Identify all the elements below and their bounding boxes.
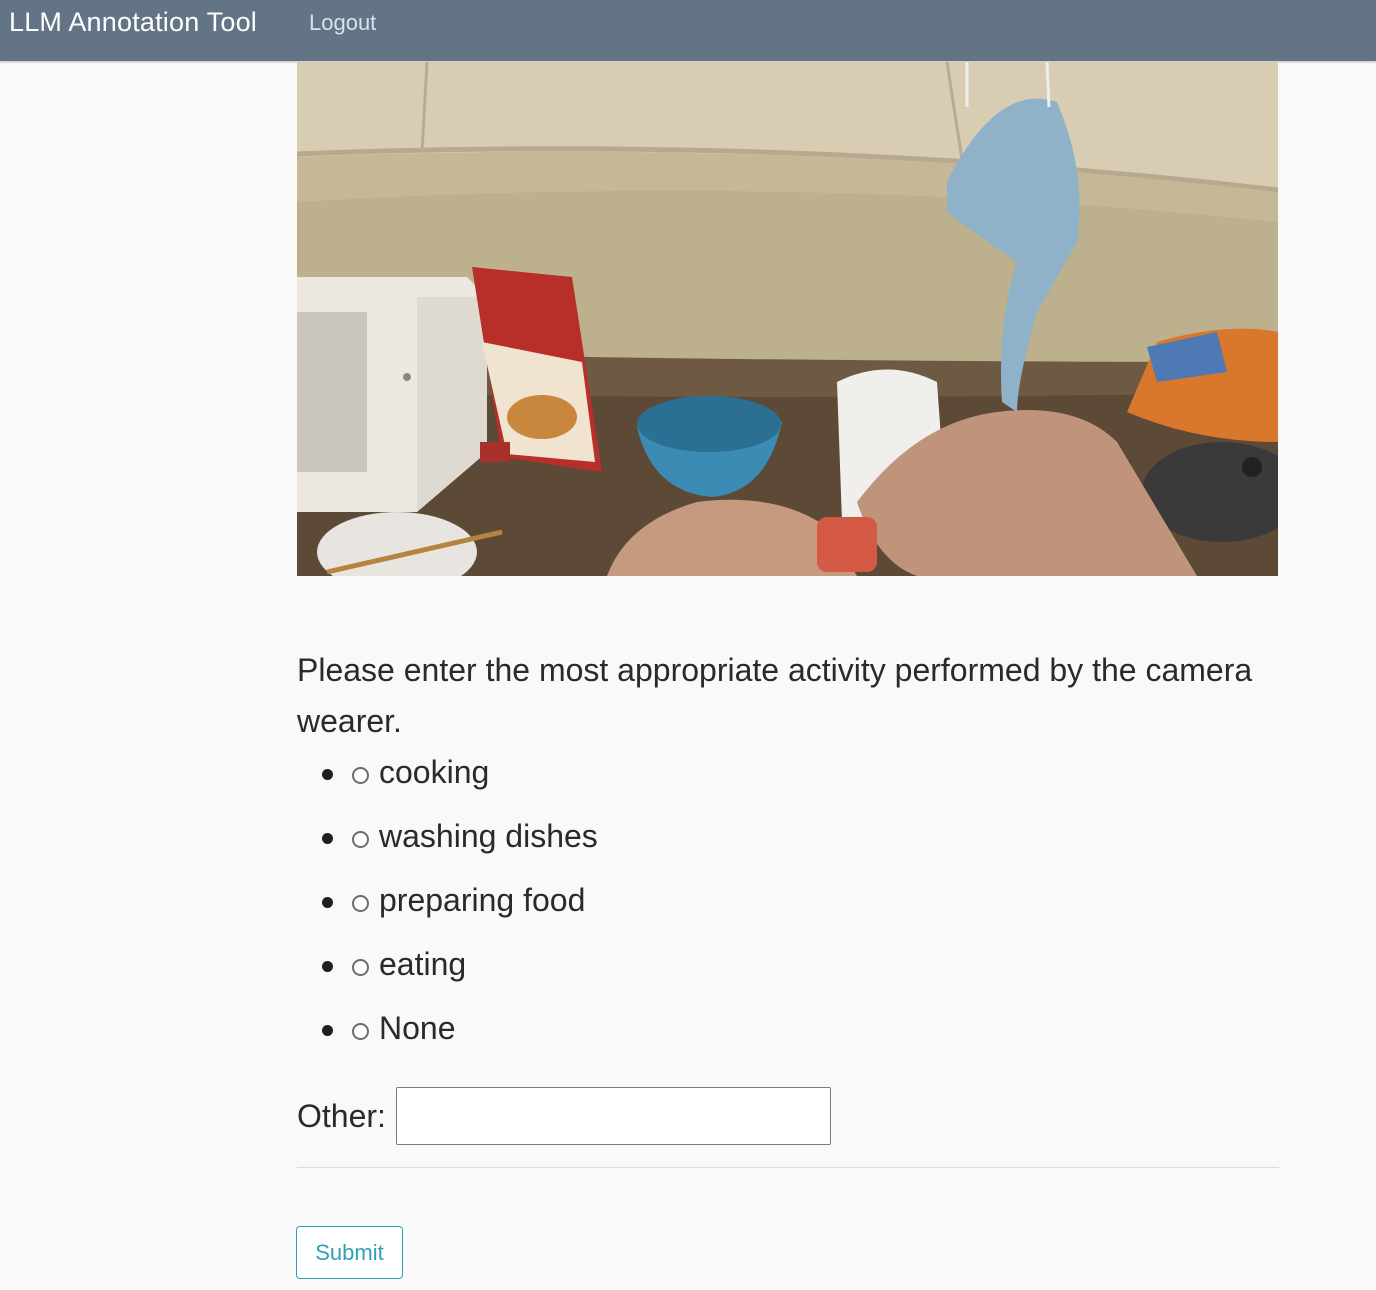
radio-button[interactable] [352,895,369,912]
app-brand[interactable]: LLM Annotation Tool [9,7,257,38]
option-label: cooking [379,754,490,790]
radio-button[interactable] [352,1023,369,1040]
question-prompt: Please enter the most appropriate activi… [297,652,1253,739]
top-navbar: LLM Annotation Tool Logout [0,0,1376,61]
option-none[interactable]: None [322,1007,598,1071]
other-input[interactable] [395,1087,831,1145]
bullet-icon [322,897,333,908]
bullet-icon [322,769,333,780]
radio-button[interactable] [352,831,369,848]
submit-button[interactable]: Submit [296,1226,403,1279]
option-preparing-food[interactable]: preparing food [322,879,598,943]
logout-link[interactable]: Logout [309,10,376,36]
bullet-icon [322,961,333,972]
option-washing-dishes[interactable]: washing dishes [322,815,598,879]
option-eating[interactable]: eating [322,943,598,1007]
activity-options: cooking washing dishes preparing food ea… [322,751,598,1071]
video-frame [297,62,1278,576]
option-label: eating [379,946,467,982]
option-label: None [379,1010,456,1046]
other-row: Other: [297,1087,831,1145]
radio-button[interactable] [352,959,369,976]
option-cooking[interactable]: cooking [322,751,598,815]
other-label: Other: [297,1097,386,1134]
bullet-icon [322,833,333,844]
divider [297,1167,1279,1168]
option-label: preparing food [379,882,586,918]
radio-button[interactable] [352,767,369,784]
option-label: washing dishes [379,818,598,854]
bullet-icon [322,1025,333,1036]
